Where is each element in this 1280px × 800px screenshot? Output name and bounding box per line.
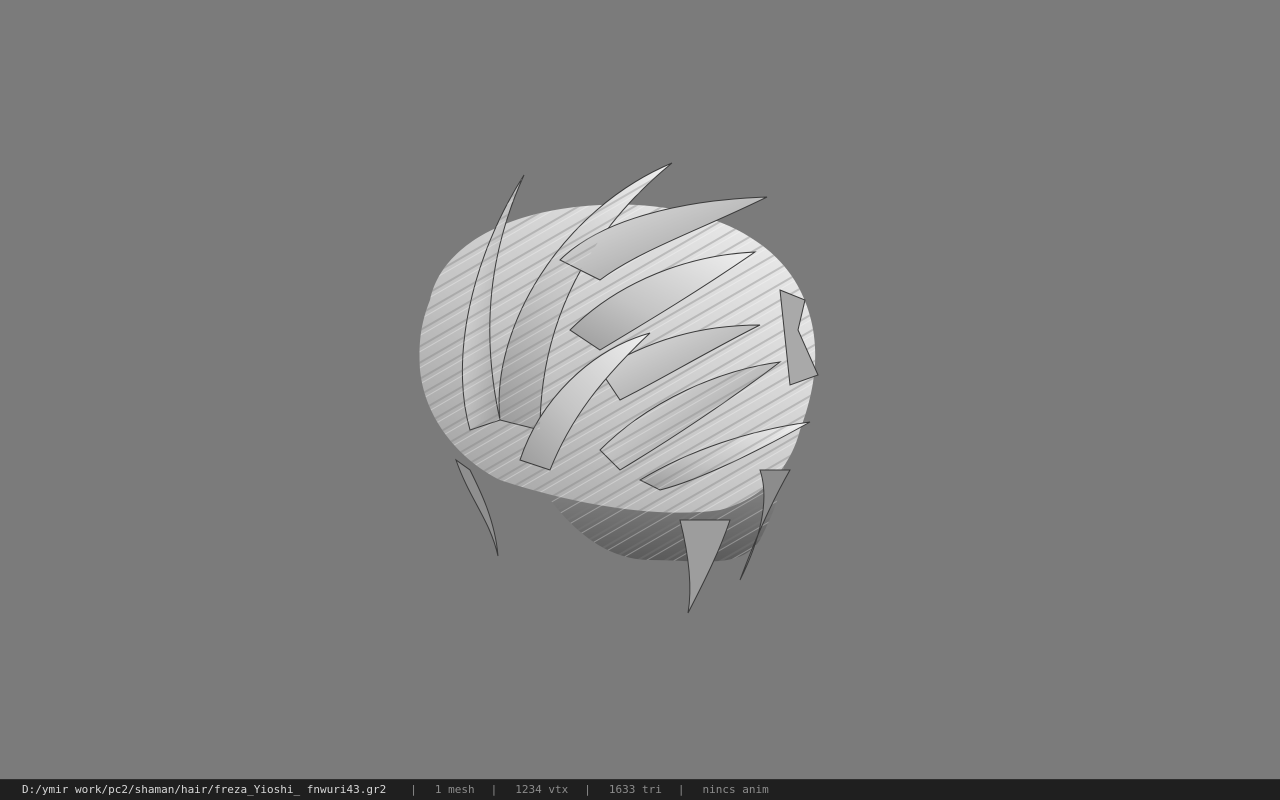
mesh-count: 1 mesh — [434, 783, 475, 796]
3d-viewport[interactable] — [0, 0, 1280, 779]
file-path: D:/ymir work/pc2/shaman/hair/freza_Yiosh… — [22, 783, 387, 796]
status-separator: | — [584, 783, 591, 796]
hair-model-render — [419, 162, 819, 614]
status-separator: | — [490, 783, 498, 796]
vertex-count: 1234 vtx — [515, 783, 569, 796]
status-bar: D:/ymir work/pc2/shaman/hair/freza_Yiosh… — [0, 779, 1280, 800]
triangle-count: 1633 tri — [608, 783, 662, 796]
status-separator: | — [677, 783, 685, 796]
status-separator: | — [410, 783, 417, 796]
animation-status: nincs anim — [702, 783, 769, 796]
